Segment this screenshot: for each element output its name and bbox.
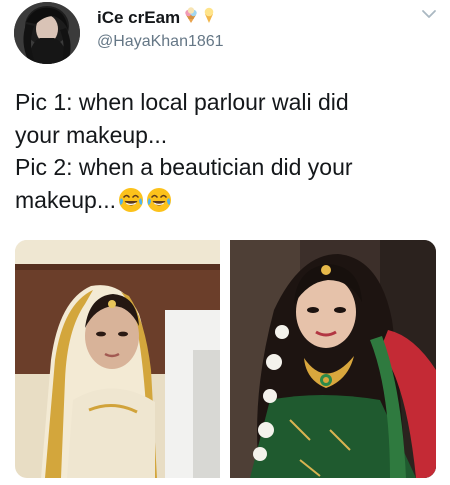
face-with-tears-of-joy-emoji — [146, 187, 172, 213]
tweet-text-line: Pic 2: when a beautician did your — [15, 154, 353, 180]
photo-1-image — [15, 240, 220, 478]
photo-pic-1[interactable] — [15, 240, 220, 478]
photo-2-image — [230, 240, 436, 478]
tweet-text-line: makeup... — [15, 184, 440, 217]
avatar[interactable] — [14, 2, 80, 64]
user-handle[interactable]: @HayaKhan1861 — [97, 33, 224, 51]
avatar-photo — [14, 2, 80, 64]
chevron-down-icon[interactable] — [421, 8, 437, 20]
tweet-text-line: your makeup... — [15, 121, 168, 148]
tweet-card[interactable]: iCe crEam @HayaKhan1861 Pic 1: when loca… — [0, 0, 450, 485]
photo-pic-2[interactable] — [230, 240, 436, 478]
face-with-tears-of-joy-emoji — [118, 187, 144, 213]
ice-cream-emoji — [182, 6, 200, 29]
tweet-text-line: Pic 1: when local parlour wali did — [15, 89, 349, 115]
display-name[interactable]: iCe crEam — [97, 6, 216, 29]
tweet-text-line-content: makeup... — [15, 186, 116, 213]
tweet-media[interactable] — [15, 240, 436, 478]
tweet-text: Pic 1: when local parlour wali did your … — [15, 86, 440, 216]
display-name-text: iCe crEam — [97, 7, 181, 27]
cone-emoji — [202, 6, 216, 29]
